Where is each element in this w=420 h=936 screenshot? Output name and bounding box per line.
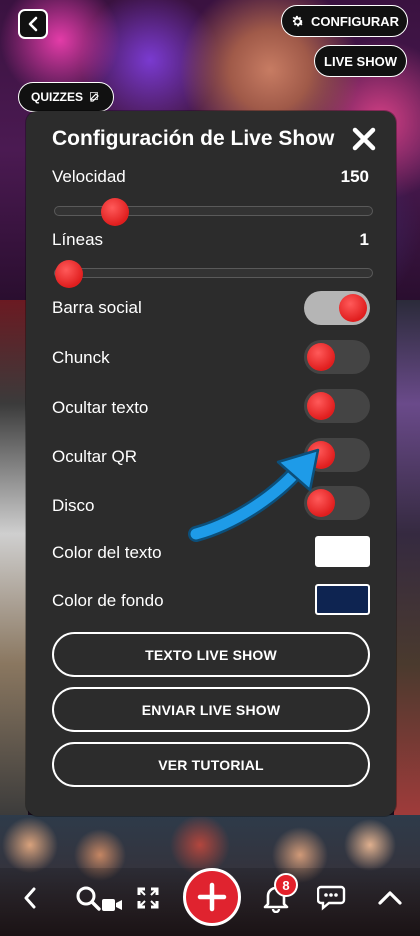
text-color-label: Color del texto — [52, 543, 162, 562]
toggle-hide-qr[interactable] — [304, 438, 370, 472]
tutorial-button[interactable]: VER TUTORIAL — [52, 742, 370, 787]
toggle-label-chunck: Chunck — [52, 348, 110, 367]
bg-color-swatch[interactable] — [315, 584, 370, 615]
add-button[interactable] — [183, 868, 241, 926]
fullscreen-icon — [137, 887, 159, 909]
chevron-up-icon — [378, 891, 402, 905]
photo-strip-right — [394, 300, 420, 820]
toggle-knob — [339, 294, 367, 322]
live-show-label: LIVE SHOW — [324, 53, 397, 69]
nav-scroll-up[interactable] — [372, 880, 408, 916]
plus-icon — [197, 882, 227, 912]
lines-slider-thumb[interactable] — [55, 260, 83, 288]
toggle-label-disco: Disco — [52, 496, 95, 515]
send-live-show-button[interactable]: ENVIAR LIVE SHOW — [52, 687, 370, 732]
lines-value: 1 — [359, 230, 369, 249]
toggle-knob — [307, 489, 335, 517]
toggle-social-bar[interactable] — [304, 291, 370, 325]
live-show-settings-modal: Configuración de Live Show Velocidad 150… — [26, 111, 396, 816]
nav-back[interactable] — [12, 880, 48, 916]
toggle-knob — [307, 343, 335, 371]
toggle-hide-text[interactable] — [304, 389, 370, 423]
chat-icon — [317, 885, 346, 911]
toggle-label-social-bar: Barra social — [52, 298, 142, 317]
close-icon[interactable] — [350, 125, 378, 153]
lines-label: Líneas — [52, 230, 104, 249]
edit-icon — [90, 92, 99, 102]
toggle-knob — [307, 392, 335, 420]
chevron-left-icon — [28, 16, 38, 32]
quizzes-label: QUIZZES — [30, 90, 83, 104]
speed-slider-thumb[interactable] — [101, 198, 130, 226]
quizzes-button[interactable]: QUIZZES — [18, 82, 114, 112]
speed-label: Velocidad — [52, 167, 126, 186]
speed-slider[interactable] — [54, 198, 373, 226]
live-show-button[interactable]: LIVE SHOW — [314, 45, 407, 77]
nav-chat[interactable] — [316, 880, 352, 916]
text-live-show-button[interactable]: TEXTO LIVE SHOW — [52, 632, 370, 677]
video-icon — [102, 899, 122, 911]
photo-strip-left — [0, 300, 28, 820]
configure-button[interactable]: CONFIGURAR — [281, 5, 408, 37]
notification-badge: 8 — [274, 873, 298, 897]
gear-icon — [292, 15, 304, 26]
toggle-knob — [307, 441, 335, 469]
nav-video[interactable] — [99, 892, 125, 918]
chevron-left-icon — [24, 887, 36, 909]
modal-title: Configuración de Live Show — [52, 127, 335, 150]
toggle-label-hide-qr: Ocultar QR — [52, 447, 138, 466]
toggle-disco[interactable] — [304, 486, 370, 520]
configure-label: CONFIGURAR — [310, 13, 400, 29]
toggle-label-hide-text: Ocultar texto — [52, 398, 149, 417]
speed-value: 150 — [340, 167, 369, 186]
text-color-swatch[interactable] — [315, 536, 370, 567]
search-icon — [76, 886, 101, 911]
lines-slider[interactable] — [54, 260, 373, 288]
back-button[interactable] — [18, 9, 48, 39]
toggle-chunck[interactable] — [304, 340, 370, 374]
bg-color-label: Color de fondo — [52, 591, 164, 610]
nav-fullscreen[interactable] — [130, 880, 166, 916]
